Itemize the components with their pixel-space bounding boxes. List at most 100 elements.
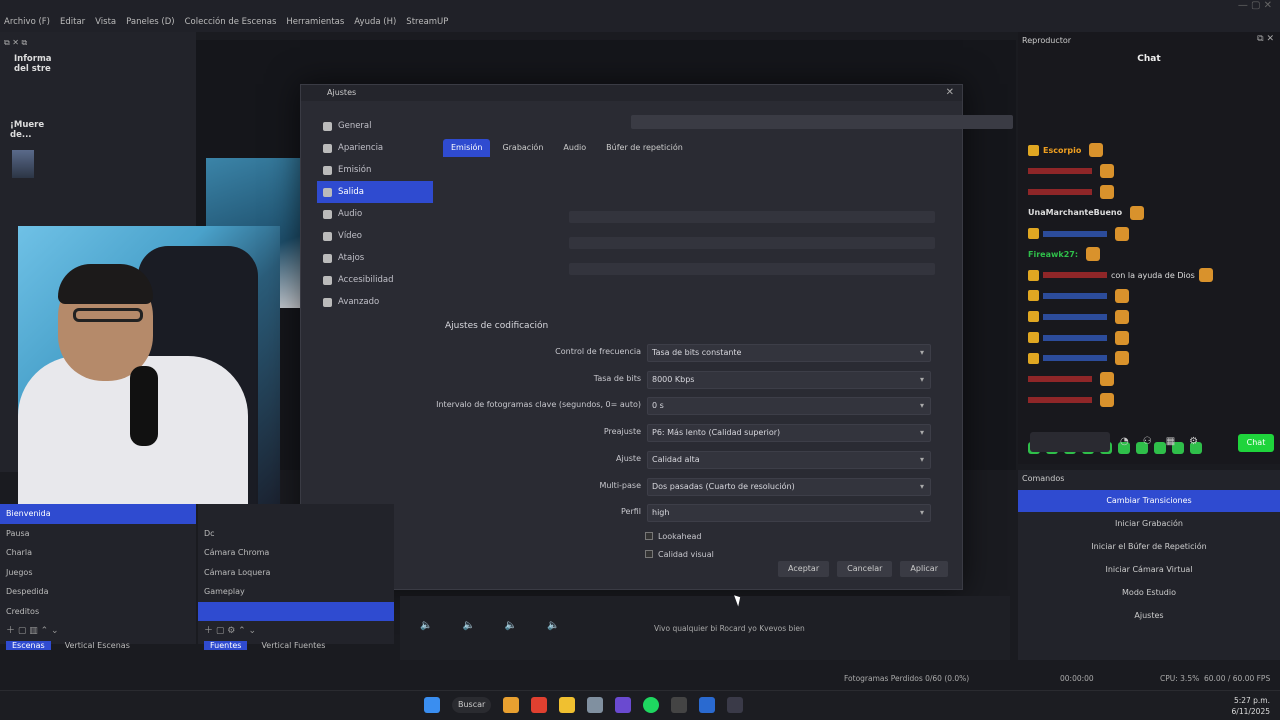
scene-item[interactable]: Bienvenida (0, 504, 196, 524)
dock-controls[interactable]: ⧉ ✕ (1257, 34, 1274, 44)
scene-item[interactable]: Juegos (0, 563, 196, 583)
spotify-icon[interactable] (643, 697, 660, 713)
settings-nav-item[interactable]: Apariencia (317, 137, 433, 159)
dialog-button[interactable]: Cancelar (837, 561, 893, 577)
chat-username[interactable]: Escorpio (1043, 146, 1081, 155)
menu-item[interactable]: Editar (60, 17, 85, 27)
menu-item[interactable]: StreamUP (406, 17, 448, 27)
chat-message: Escorpio (1028, 140, 1278, 161)
folder-icon[interactable] (559, 697, 576, 713)
settings-tab[interactable]: Grabación (494, 139, 551, 157)
checkbox-box[interactable] (645, 532, 653, 540)
source-item[interactable]: Gameplay (198, 582, 394, 602)
chat-input[interactable] (1030, 432, 1110, 452)
chat-username[interactable]: Fireawk27: (1028, 250, 1078, 259)
command-item[interactable]: Iniciar Cámara Virtual (1018, 559, 1280, 581)
rescale-select[interactable] (569, 237, 935, 249)
checkbox-box[interactable] (645, 550, 653, 558)
source-item[interactable]: Cámara Chroma (198, 543, 394, 563)
start-icon[interactable] (424, 697, 440, 713)
close-icon[interactable]: ✕ (946, 87, 954, 98)
chat-send-button[interactable]: Chat (1238, 434, 1274, 452)
custom-output-select[interactable] (569, 263, 935, 275)
sources-tab[interactable]: Fuentes (204, 640, 248, 650)
discord-icon[interactable] (615, 697, 632, 713)
settings-nav-item[interactable]: Avanzado (317, 291, 433, 313)
chat-username[interactable] (1028, 168, 1092, 175)
dialog-button[interactable]: Aplicar (900, 561, 948, 577)
form-select[interactable]: Calidad alta ▾ (647, 450, 931, 469)
command-item[interactable]: Iniciar Grabación (1018, 513, 1280, 535)
command-item[interactable]: Iniciar el Búfer de Repetición (1018, 536, 1280, 558)
encoder-select[interactable] (569, 211, 935, 223)
form-select[interactable]: high ▾ (647, 504, 931, 523)
menu-item[interactable]: Herramientas (286, 17, 344, 27)
checkbox[interactable]: Calidad visual (645, 547, 714, 561)
source-item[interactable] (198, 601, 394, 621)
store-icon[interactable] (587, 697, 604, 713)
sources-toolbar[interactable]: ＋ ▢ ⚙ ⌃ ⌄ (198, 621, 394, 637)
form-select[interactable]: Dos pasadas (Cuarto de resolución) ▾ (647, 477, 931, 496)
chat-username[interactable] (1043, 334, 1107, 341)
command-item[interactable]: Modo Estudio (1018, 582, 1280, 604)
scene-item[interactable]: Charla (0, 543, 196, 563)
form-select[interactable]: 0 s ▾ (647, 397, 931, 416)
checkbox[interactable]: Lookahead (645, 529, 701, 543)
taskbar-clock[interactable]: 5:27 p.m. 6/11/2025 (1232, 695, 1270, 717)
source-item[interactable] (198, 504, 394, 524)
sources-tab[interactable]: Vertical Fuentes (261, 641, 325, 650)
menu-item[interactable]: Ayuda (H) (354, 17, 396, 27)
obs-icon[interactable] (671, 697, 688, 713)
mixer-controls[interactable]: 🔈 🔈 🔈 🔈 (420, 620, 560, 631)
chat-username[interactable] (1043, 292, 1107, 299)
scene-item[interactable]: Creditos (0, 602, 196, 622)
settings-nav-item[interactable]: Audio (317, 203, 433, 225)
command-item[interactable]: Ajustes (1018, 605, 1280, 627)
store-icon[interactable]: ▦ (1166, 436, 1175, 447)
source-item[interactable]: Cámara Loquera (198, 563, 394, 583)
settings-nav-item[interactable]: Salida (317, 181, 433, 203)
app-icon[interactable] (699, 697, 716, 713)
menu-item[interactable]: Vista (95, 17, 116, 27)
chat-username[interactable] (1028, 396, 1092, 403)
settings-tab[interactable]: Emisión (443, 139, 491, 157)
settings-nav-item[interactable]: Accesibilidad (317, 269, 433, 291)
scene-item[interactable]: Despedida (0, 582, 196, 602)
form-select[interactable]: P6: Más lento (Calidad superior) ▾ (647, 424, 931, 443)
scenes-toolbar[interactable]: ＋ ▢ ▥ ⌃ ⌄ (0, 621, 196, 637)
community-icon[interactable]: ⚇ (1143, 436, 1152, 447)
form-select[interactable]: Tasa de bits constante ▾ (647, 344, 931, 362)
scene-item[interactable]: Pausa (0, 524, 196, 544)
menu-item[interactable]: Paneles (D) (126, 17, 174, 27)
scenes-tab[interactable]: Escenas (6, 640, 51, 650)
chat-username[interactable] (1043, 230, 1107, 237)
chat-username[interactable] (1043, 355, 1107, 362)
chat-username[interactable] (1043, 313, 1107, 320)
dialog-button[interactable]: Aceptar (778, 561, 830, 577)
settings-nav-item[interactable]: Atajos (317, 247, 433, 269)
points-icon[interactable]: ◔ (1120, 436, 1129, 447)
steam-icon[interactable] (727, 697, 744, 713)
scenes-tab[interactable]: Vertical Escenas (65, 641, 130, 650)
chat-username[interactable] (1028, 188, 1092, 195)
chat-username[interactable] (1028, 376, 1092, 383)
command-item[interactable]: Cambiar Transiciones (1018, 490, 1280, 512)
dock-controls[interactable]: ⧉ ✕ ⧉ (4, 38, 27, 48)
window-controls[interactable]: — ▢ ✕ (1238, 0, 1272, 11)
source-item[interactable]: Dc (198, 524, 394, 544)
chrome-icon[interactable] (531, 697, 548, 713)
widgets-icon[interactable] (503, 697, 520, 713)
taskbar-search[interactable]: Buscar (452, 697, 492, 713)
settings-nav-item[interactable]: Vídeo (317, 225, 433, 247)
settings-nav-item[interactable]: Emisión (317, 159, 433, 181)
form-select[interactable]: 8000 Kbps ▾ (647, 370, 931, 389)
output-mode-select[interactable] (631, 115, 1013, 129)
settings-icon[interactable]: ⚙ (1189, 436, 1198, 447)
settings-nav-item[interactable]: General (317, 115, 433, 137)
chat-username[interactable]: UnaMarchanteBueno (1028, 208, 1122, 217)
settings-tab[interactable]: Búfer de repetición (598, 139, 691, 157)
settings-tab[interactable]: Audio (555, 139, 594, 157)
chat-username[interactable] (1043, 272, 1107, 279)
menu-item[interactable]: Archivo (F) (4, 17, 50, 27)
menu-item[interactable]: Colección de Escenas (185, 17, 277, 27)
